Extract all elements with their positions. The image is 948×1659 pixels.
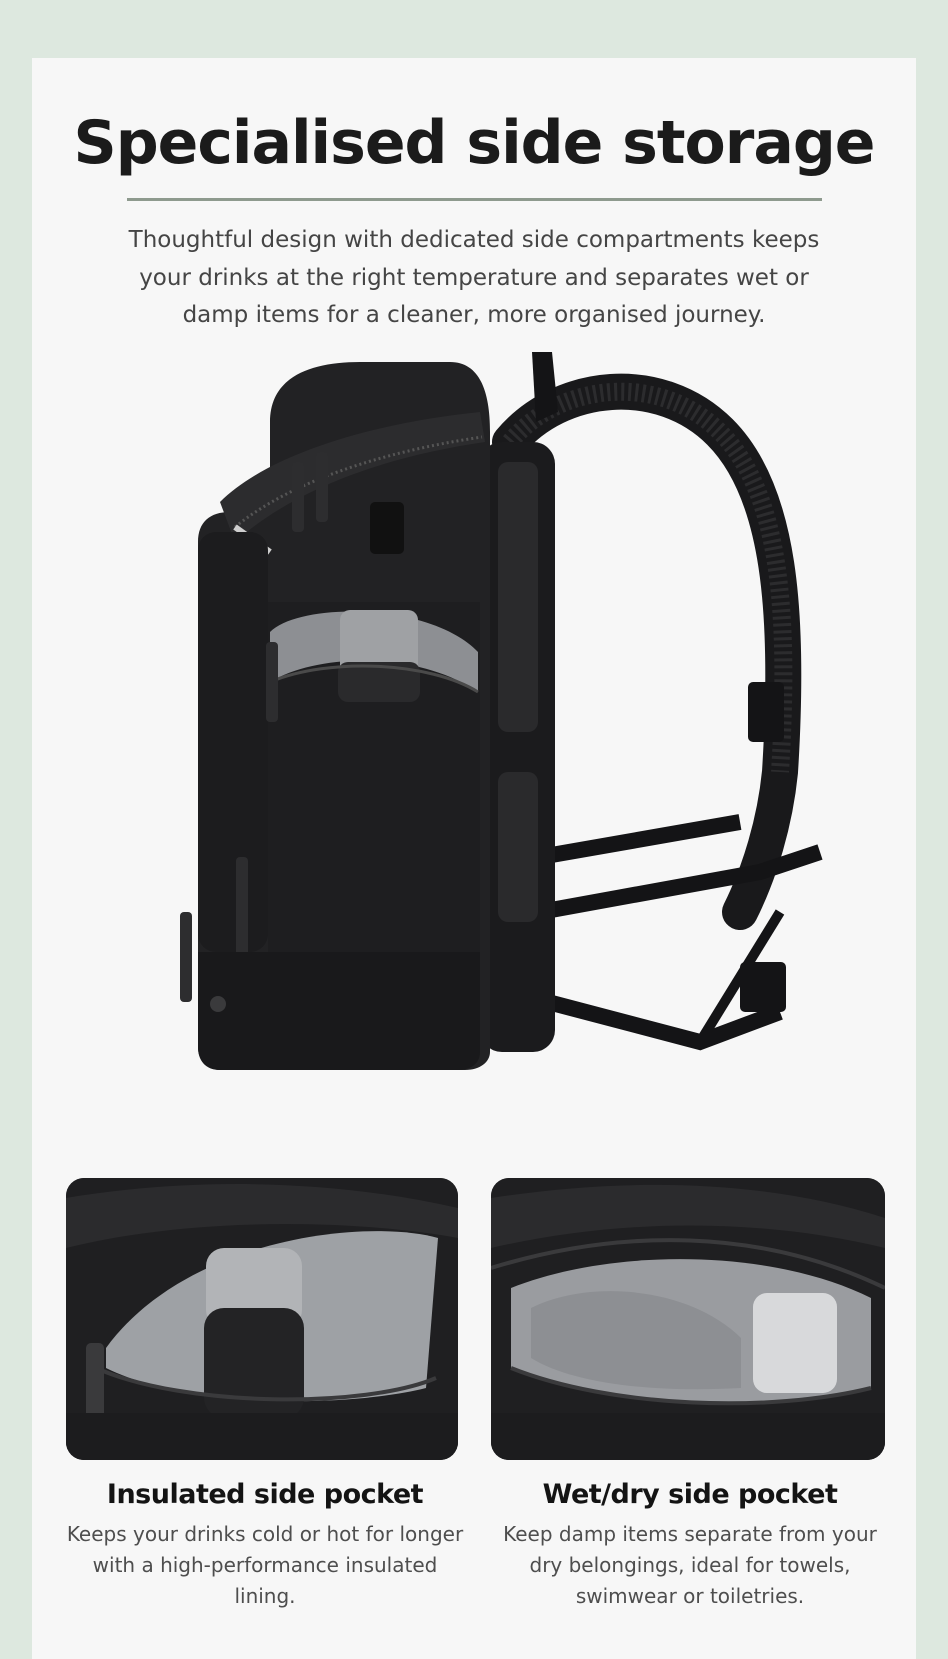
insulated-pocket-image [66, 1178, 458, 1460]
feature-title-wet-dry: Wet/dry side pocket [542, 1479, 838, 1510]
feature-description-insulated: Keeps your drinks cold or hot for longer… [66, 1522, 464, 1608]
page-title: Specialised side storage [73, 108, 876, 178]
page-description: Thoughtful design with dedicated side co… [128, 227, 820, 328]
title-divider [127, 198, 822, 201]
feature-title-insulated: Insulated side pocket [106, 1479, 424, 1510]
wet-dry-pocket-image [491, 1178, 885, 1460]
feature-description-wet-dry: Keep damp items separate from your dry b… [503, 1522, 877, 1608]
backpack-side-view-image [180, 352, 880, 1142]
